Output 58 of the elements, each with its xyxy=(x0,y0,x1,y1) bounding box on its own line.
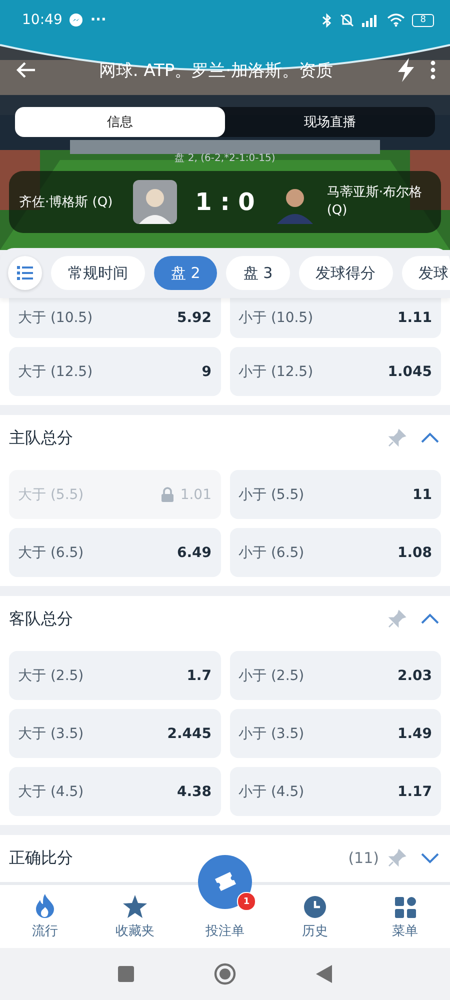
odds-button[interactable]: 大于 (4.5) 4.38 xyxy=(9,767,220,816)
odds-button[interactable]: 大于 (2.5) 1.7 xyxy=(9,651,220,700)
odds-button[interactable]: 小于 (3.5) 1.49 xyxy=(230,709,441,758)
away-player-name: 马蒂亚斯·布尔格 (Q) xyxy=(326,184,423,220)
odds-button[interactable]: 小于 (12.5) 1.045 xyxy=(230,347,441,396)
nav-item[interactable]: 菜单 xyxy=(360,885,450,948)
odds-button[interactable]: 大于 (12.5) 9 xyxy=(9,347,220,396)
home-player-name: 齐佐·博格斯 (Q) xyxy=(19,194,114,211)
nav-item[interactable]: 流行 xyxy=(0,885,90,948)
filter-chip[interactable]: 发球 xyxy=(402,256,450,290)
match-score: 1 : 0 xyxy=(194,188,256,216)
collapse-chevron-icon[interactable] xyxy=(421,432,439,444)
section-title: 客队总分 xyxy=(9,608,74,630)
odds-button[interactable]: 大于 (3.5) 2.445 xyxy=(9,709,220,758)
set-info: 盘 2, (6-2,*2-1:0-15) xyxy=(174,152,276,165)
section-title: 正确比分 xyxy=(9,848,74,868)
more-notifications: ··· xyxy=(90,12,106,28)
back-arrow-icon xyxy=(16,61,36,79)
filter-chip[interactable]: 常规时间 xyxy=(51,256,145,290)
count-badge: 1 xyxy=(237,892,256,911)
nav-item[interactable]: 历史 xyxy=(270,885,360,948)
back-nav-button[interactable] xyxy=(316,965,332,983)
bluetooth-icon xyxy=(322,12,332,28)
battery-indicator: 8 xyxy=(412,14,434,26)
home-button[interactable] xyxy=(214,963,236,985)
bet-slip-button[interactable]: 1 投注单 xyxy=(180,855,270,948)
ticket-icon xyxy=(212,871,238,893)
more-icon xyxy=(430,60,436,80)
star-icon xyxy=(123,895,147,918)
clock-icon xyxy=(304,896,326,918)
collapse-chevron-icon[interactable] xyxy=(421,613,439,625)
wifi-icon xyxy=(387,13,406,27)
grid-icon xyxy=(394,897,416,918)
lightning-icon xyxy=(396,58,416,82)
avatar-icon xyxy=(133,180,178,224)
list-menu-button[interactable] xyxy=(8,256,42,290)
nav-item[interactable]: 收藏夹 xyxy=(90,885,180,948)
expand-chevron-icon[interactable] xyxy=(421,852,439,864)
tab[interactable]: 现场直播 xyxy=(225,107,435,137)
list-icon xyxy=(17,266,33,280)
odds-button[interactable]: 小于 (2.5) 2.03 xyxy=(230,651,441,700)
odds-button[interactable]: 大于 (6.5) 6.49 xyxy=(9,528,220,577)
mute-icon xyxy=(339,12,356,28)
market-count: (11) xyxy=(348,849,379,867)
odds-button[interactable]: 大于 (10.5) 5.92 xyxy=(9,298,220,338)
odds-button[interactable]: 小于 (6.5) 1.08 xyxy=(230,528,441,577)
section-title: 主队总分 xyxy=(9,428,74,448)
odds-button[interactable]: 小于 (10.5) 1.11 xyxy=(230,298,441,338)
filter-chip[interactable]: 盘 2 xyxy=(154,256,218,290)
lock-icon xyxy=(161,487,174,502)
filter-chip[interactable]: 盘 3 xyxy=(226,256,290,290)
odds-button[interactable]: 小于 (5.5) 11 xyxy=(230,470,441,519)
odds-button[interactable]: 小于 (4.5) 1.17 xyxy=(230,767,441,816)
tab[interactable]: 信息 xyxy=(15,107,225,137)
messenger-icon xyxy=(69,13,84,27)
clock-time: 10:49 xyxy=(22,12,62,28)
filter-chip[interactable]: 发球得分 xyxy=(298,256,393,290)
flame-icon xyxy=(34,894,56,918)
